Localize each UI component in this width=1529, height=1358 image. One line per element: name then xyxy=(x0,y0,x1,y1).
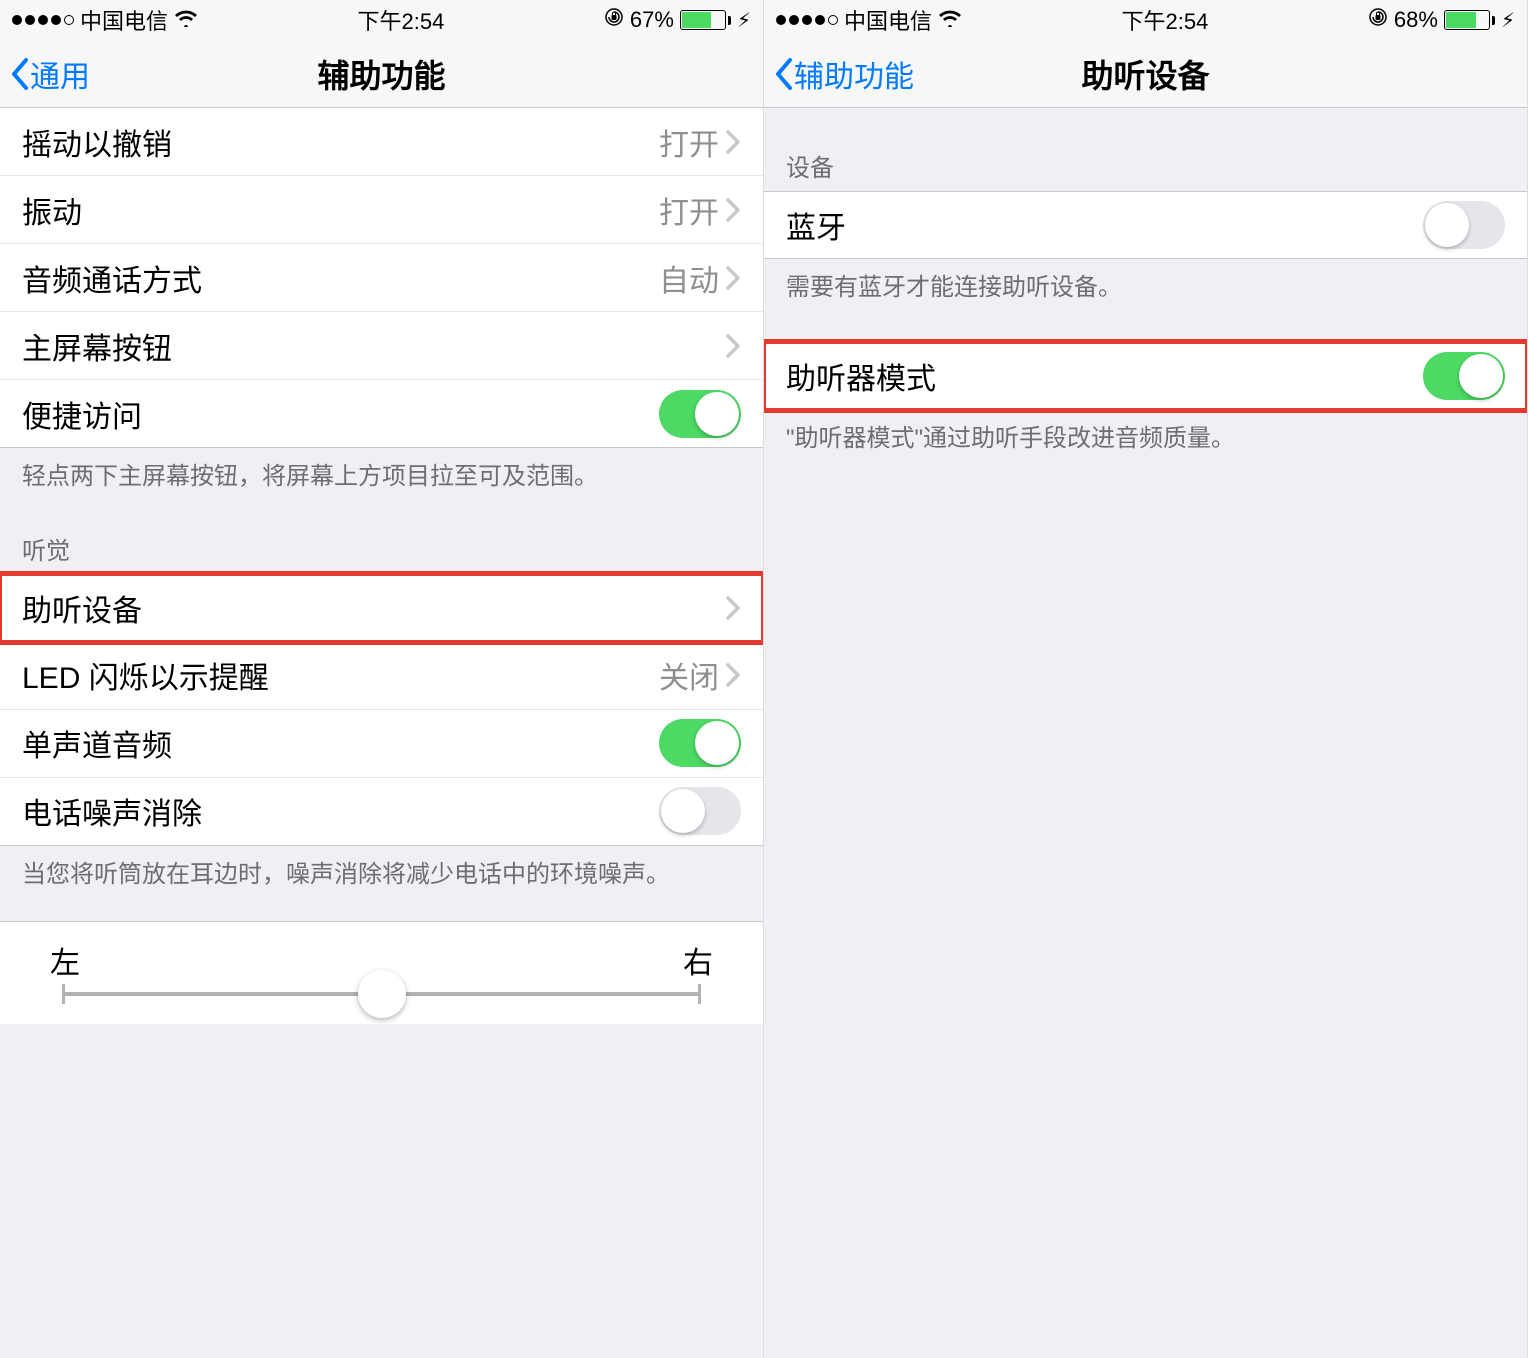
row-value: 关闭 xyxy=(659,653,719,697)
content-scroll[interactable]: 设备 蓝牙 需要有蓝牙才能连接助听设备。 助听器模式 "助听器模式"通过助听手段… xyxy=(764,108,1527,465)
balance-slider[interactable] xyxy=(62,992,701,996)
row-hearing-devices[interactable]: 助听设备 xyxy=(0,574,763,642)
row-label: 主屏幕按钮 xyxy=(22,324,725,368)
chevron-right-icon xyxy=(725,265,741,291)
signal-strength-icon xyxy=(12,15,74,25)
content-scroll[interactable]: 摇动以撤销 打开 振动 打开 音频通话方式 自动 主屏幕按钮 便捷访问 轻点两下… xyxy=(0,108,763,1024)
row-label: 振动 xyxy=(22,188,659,232)
battery-icon xyxy=(680,10,731,30)
back-label: 辅助功能 xyxy=(794,52,914,96)
row-label: LED 闪烁以示提醒 xyxy=(22,653,659,697)
row-value: 打开 xyxy=(659,120,719,164)
slider-right-label: 右 xyxy=(683,938,713,982)
chevron-right-icon xyxy=(725,595,741,621)
battery-pct-label: 68% xyxy=(1394,7,1438,33)
devices-section-header: 设备 xyxy=(764,108,1527,191)
row-mono-audio[interactable]: 单声道音频 xyxy=(0,710,763,778)
row-led-flash[interactable]: LED 闪烁以示提醒 关闭 xyxy=(0,642,763,710)
right-screen: 中国电信 下午2:54 68% ⚡︎ 辅助功能 助听设备 设备 蓝 xyxy=(764,0,1528,1358)
hearing-aid-mode-toggle[interactable] xyxy=(1423,352,1505,400)
nav-bar: 通用 辅助功能 xyxy=(0,40,763,108)
row-label: 摇动以撤销 xyxy=(22,120,659,164)
battery-icon xyxy=(1444,10,1495,30)
row-call-audio-routing[interactable]: 音频通话方式 自动 xyxy=(0,244,763,312)
chevron-right-icon xyxy=(725,197,741,223)
orientation-lock-icon xyxy=(1368,7,1388,33)
wifi-icon xyxy=(938,7,962,33)
row-label: 电话噪声消除 xyxy=(22,789,659,833)
clock-label: 下午2:54 xyxy=(1122,4,1209,36)
row-label: 助听设备 xyxy=(22,586,725,630)
row-value: 自动 xyxy=(659,256,719,300)
chevron-right-icon xyxy=(725,333,741,359)
row-noise-cancellation[interactable]: 电话噪声消除 xyxy=(0,778,763,846)
chevron-right-icon xyxy=(725,129,741,155)
row-label: 便捷访问 xyxy=(22,392,659,436)
row-label: 单声道音频 xyxy=(22,721,659,765)
hearing-aid-mode-footer: "助听器模式"通过助听手段改进音频质量。 xyxy=(764,410,1527,465)
status-left: 中国电信 xyxy=(12,4,198,36)
row-shake-to-undo[interactable]: 摇动以撤销 打开 xyxy=(0,108,763,176)
row-value: 打开 xyxy=(659,188,719,232)
chevron-right-icon xyxy=(725,662,741,688)
row-label: 音频通话方式 xyxy=(22,256,659,300)
row-vibration[interactable]: 振动 打开 xyxy=(0,176,763,244)
row-home-button[interactable]: 主屏幕按钮 xyxy=(0,312,763,380)
charging-icon: ⚡︎ xyxy=(1501,8,1515,33)
row-bluetooth[interactable]: 蓝牙 xyxy=(764,191,1527,259)
row-label: 蓝牙 xyxy=(786,203,1423,247)
signal-strength-icon xyxy=(776,15,838,25)
status-bar: 中国电信 下午2:54 67% ⚡︎ xyxy=(0,0,763,40)
status-right: 67% ⚡︎ xyxy=(604,7,751,33)
back-button[interactable]: 通用 xyxy=(8,52,90,96)
mono-audio-toggle[interactable] xyxy=(659,719,741,767)
status-bar: 中国电信 下午2:54 68% ⚡︎ xyxy=(764,0,1527,40)
row-label: 助听器模式 xyxy=(786,354,1423,398)
page-title: 辅助功能 xyxy=(0,51,763,97)
nav-bar: 辅助功能 助听设备 xyxy=(764,40,1527,108)
row-reachability[interactable]: 便捷访问 xyxy=(0,380,763,448)
reachability-footer: 轻点两下主屏幕按钮，将屏幕上方项目拉至可及范围。 xyxy=(0,448,763,503)
hearing-section-header: 听觉 xyxy=(0,503,763,574)
back-button[interactable]: 辅助功能 xyxy=(772,52,914,96)
noise-cancellation-footer: 当您将听筒放在耳边时，噪声消除将减少电话中的环境噪声。 xyxy=(0,846,763,901)
orientation-lock-icon xyxy=(604,7,624,33)
slider-left-label: 左 xyxy=(50,938,80,982)
wifi-icon xyxy=(174,7,198,33)
back-label: 通用 xyxy=(30,52,90,96)
carrier-label: 中国电信 xyxy=(80,4,168,36)
carrier-label: 中国电信 xyxy=(844,4,932,36)
slider-thumb[interactable] xyxy=(358,970,406,1018)
balance-slider-row: 左 右 xyxy=(0,921,763,1024)
noise-cancellation-toggle[interactable] xyxy=(659,787,741,835)
charging-icon: ⚡︎ xyxy=(737,8,751,33)
bluetooth-footer: 需要有蓝牙才能连接助听设备。 xyxy=(764,259,1527,314)
row-hearing-aid-mode[interactable]: 助听器模式 xyxy=(764,342,1527,410)
reachability-toggle[interactable] xyxy=(659,390,741,438)
status-right: 68% ⚡︎ xyxy=(1368,7,1515,33)
clock-label: 下午2:54 xyxy=(358,4,445,36)
battery-pct-label: 67% xyxy=(630,7,674,33)
left-screen: 中国电信 下午2:54 67% ⚡︎ 通用 辅助功能 摇动以撤销 xyxy=(0,0,764,1358)
status-left: 中国电信 xyxy=(776,4,962,36)
bluetooth-toggle[interactable] xyxy=(1423,201,1505,249)
